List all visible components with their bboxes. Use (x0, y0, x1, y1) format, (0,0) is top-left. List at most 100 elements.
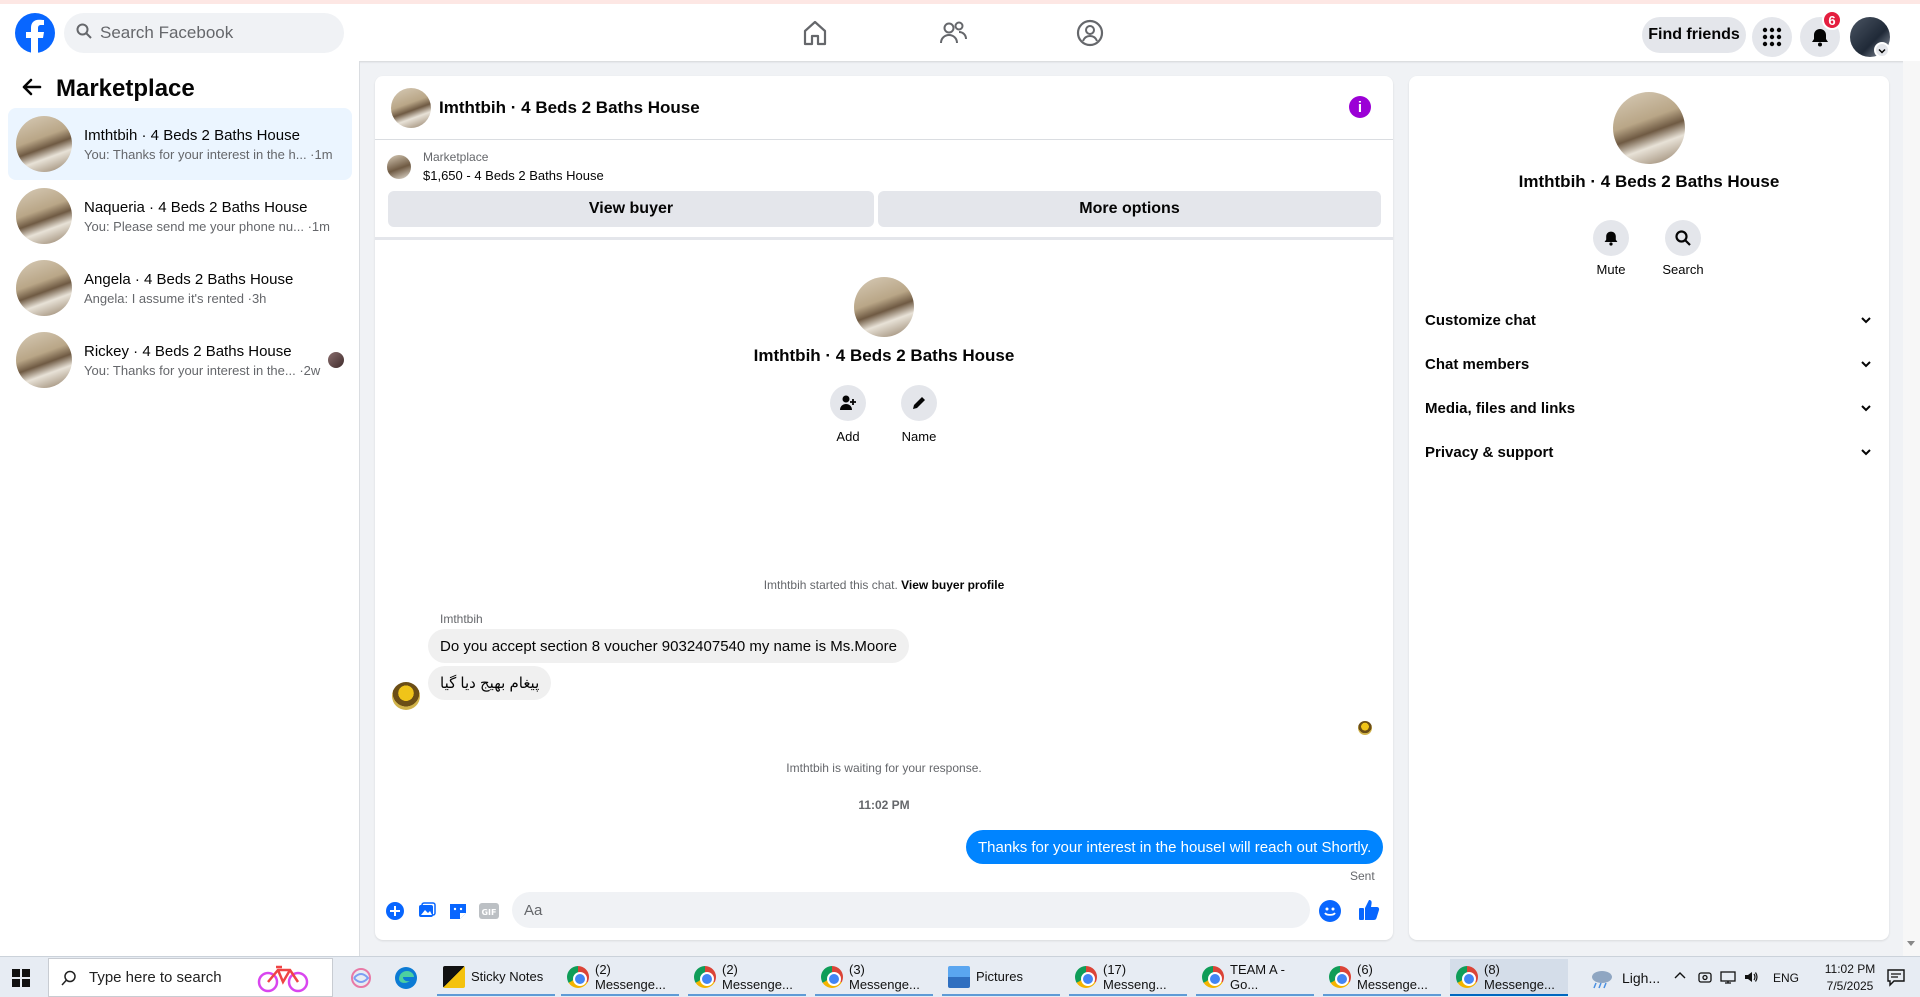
chat-intro-title: Imthtbih · 4 Beds 2 Baths House (753, 346, 1015, 365)
view-buyer-profile-link[interactable]: View buyer profile (901, 578, 1004, 592)
taskbar-search-input[interactable]: Type here to search (48, 958, 333, 997)
windows-taskbar: Type here to search Sticky Notes (2) Mes… (0, 956, 1920, 997)
marketplace-inbox-sidebar: Marketplace Imthtbih · 4 Beds 2 Baths Ho… (0, 61, 360, 956)
conversation-item-rickey[interactable]: Rickey · 4 Beds 2 Baths House You: Thank… (8, 324, 352, 396)
conversation-item-angela[interactable]: Angela · 4 Beds 2 Baths House Angela: I … (8, 252, 352, 324)
taskbar-app-messenger-1[interactable]: (2) Messenge... (561, 959, 679, 996)
photo-icon[interactable] (416, 900, 438, 922)
bicycle-icon (257, 965, 308, 992)
conversation-preview: You: Thanks for your interest in the h..… (84, 146, 333, 162)
listing-price-title: $1,650 - 4 Beds 2 Baths House (423, 168, 604, 183)
taskbar-app-messenger-2[interactable]: (2) Messenge... (688, 959, 806, 996)
account-chevron-down-icon[interactable] (1874, 42, 1890, 58)
mute-label: Mute (1596, 262, 1626, 277)
taskbar-app-messenger-3[interactable]: (3) Messenge... (815, 959, 933, 996)
weather-text[interactable]: Ligh... (1622, 970, 1660, 986)
conversation-name: Naqueria · 4 Beds 2 Baths House (84, 198, 308, 216)
page-scrollbar[interactable] (1903, 61, 1920, 956)
seen-avatar (328, 352, 344, 368)
home-icon[interactable] (800, 18, 830, 48)
taskbar-search-placeholder: Type here to search (89, 969, 222, 986)
grid-icon (1762, 27, 1782, 47)
chevron-down-icon (1861, 405, 1871, 412)
add-people-button[interactable]: Add (818, 385, 878, 444)
copilot-icon[interactable] (349, 966, 373, 990)
groups-icon[interactable] (1075, 18, 1105, 48)
chat-intro-thumbnail (854, 277, 914, 337)
taskbar-app-messenger-4[interactable]: (17) Messeng... (1069, 959, 1187, 996)
chat-members-row[interactable]: Chat members (1425, 342, 1873, 386)
notification-badge: 6 (1822, 10, 1842, 30)
info-icon[interactable]: i (1349, 96, 1371, 118)
search-icon (1675, 230, 1691, 246)
menu-grid-button[interactable] (1752, 17, 1792, 57)
view-buyer-button[interactable]: View buyer (388, 191, 874, 227)
scroll-down-arrow-icon[interactable] (1907, 941, 1915, 946)
conversation-item-naqueria[interactable]: Naqueria · 4 Beds 2 Baths House You: Ple… (8, 180, 352, 252)
network-icon[interactable] (1720, 969, 1736, 985)
edit-name-button[interactable]: Name (889, 385, 949, 444)
chat-header: Imthtbih · 4 Beds 2 Baths House (375, 76, 1393, 140)
chevron-down-icon (1861, 449, 1871, 456)
details-thumbnail (1613, 92, 1685, 164)
language-indicator[interactable]: ENG (1773, 971, 1799, 985)
chat-title[interactable]: Imthtbih · 4 Beds 2 Baths House (439, 98, 700, 118)
emoji-icon[interactable] (1319, 900, 1341, 922)
chat-details-panel: Imthtbih · 4 Beds 2 Baths House Mute Sea… (1409, 76, 1889, 940)
customize-chat-row[interactable]: Customize chat (1425, 298, 1873, 342)
weather-icon[interactable] (1588, 966, 1612, 990)
notification-center-icon[interactable] (1886, 967, 1906, 987)
listing-thumbnail (16, 116, 72, 172)
chat-header-thumbnail[interactable] (391, 87, 431, 128)
pencil-icon (913, 397, 925, 409)
back-arrow-icon[interactable] (20, 76, 42, 103)
chevron-down-icon (1861, 317, 1871, 324)
taskbar-app-sticky-notes[interactable]: Sticky Notes (437, 959, 555, 996)
clock-date[interactable]: 7/5/2025 (1817, 979, 1883, 993)
taskbar-app-messenger-6[interactable]: (8) Messenge... (1450, 959, 1568, 996)
search-label: Search (1662, 262, 1704, 277)
friends-icon[interactable] (938, 18, 968, 48)
svg-text:GIF: GIF (481, 908, 496, 917)
message-input[interactable]: Aa (512, 892, 1310, 928)
edge-browser-icon[interactable] (394, 966, 418, 990)
volume-icon[interactable] (1743, 969, 1759, 985)
chat-started-notice: Imthtbih started this chat. View buyer p… (763, 578, 1005, 592)
taskbar-app-messenger-5[interactable]: (6) Messenge... (1323, 959, 1441, 996)
clock-time[interactable]: 11:02 PM (1817, 962, 1883, 976)
mute-button[interactable]: Mute (1576, 220, 1646, 277)
meet-now-icon[interactable] (1697, 969, 1713, 985)
facebook-search-input[interactable]: Search Facebook (64, 13, 344, 53)
conversation-preview: You: Please send me your phone nu... ·1m (84, 218, 330, 234)
chevron-down-icon (1861, 361, 1871, 368)
outgoing-message[interactable]: Thanks for your interest in the houseI w… (966, 830, 1384, 864)
sticker-icon[interactable] (447, 900, 469, 922)
windows-start-icon[interactable] (12, 969, 30, 987)
search-icon (76, 23, 92, 44)
waiting-notice: Imthtbih is waiting for your response. (786, 761, 982, 775)
incoming-message[interactable]: پیغام بھیج دیا گیا (428, 666, 552, 700)
taskbar-app-team-a[interactable]: TEAM A - Go... (1196, 959, 1314, 996)
marketplace-listing-row[interactable]: Marketplace $1,650 - 4 Beds 2 Baths Hous… (387, 150, 604, 183)
conversation-preview: You: Thanks for your interest in the... … (84, 362, 321, 378)
conversation-name: Angela · 4 Beds 2 Baths House (84, 270, 294, 288)
sidebar-header: Marketplace (20, 75, 195, 103)
conversation-item-imthtbih[interactable]: Imthtbih · 4 Beds 2 Baths House You: Tha… (8, 108, 352, 180)
media-files-links-row[interactable]: Media, files and links (1425, 386, 1873, 430)
search-in-conversation-button[interactable]: Search (1648, 220, 1718, 277)
show-hidden-icons-chevron-up-icon[interactable] (1673, 969, 1689, 985)
incoming-message[interactable]: Do you accept section 8 voucher 90324075… (428, 629, 909, 663)
chat-panel: Imthtbih · 4 Beds 2 Baths House i Market… (375, 76, 1393, 940)
add-person-icon (840, 395, 856, 410)
sender-name: Imthtbih (440, 612, 483, 626)
gif-icon[interactable]: GIF (478, 900, 500, 922)
privacy-support-row[interactable]: Privacy & support (1425, 430, 1873, 474)
facebook-logo-icon[interactable] (15, 13, 55, 53)
plus-circle-icon[interactable] (384, 900, 406, 922)
thumbs-up-icon[interactable] (1357, 898, 1381, 922)
taskbar-app-pictures[interactable]: Pictures (942, 959, 1060, 996)
more-options-button[interactable]: More options (878, 191, 1381, 227)
find-friends-button[interactable]: Find friends (1642, 17, 1746, 53)
sender-avatar[interactable] (392, 682, 420, 710)
divider (375, 237, 1393, 240)
